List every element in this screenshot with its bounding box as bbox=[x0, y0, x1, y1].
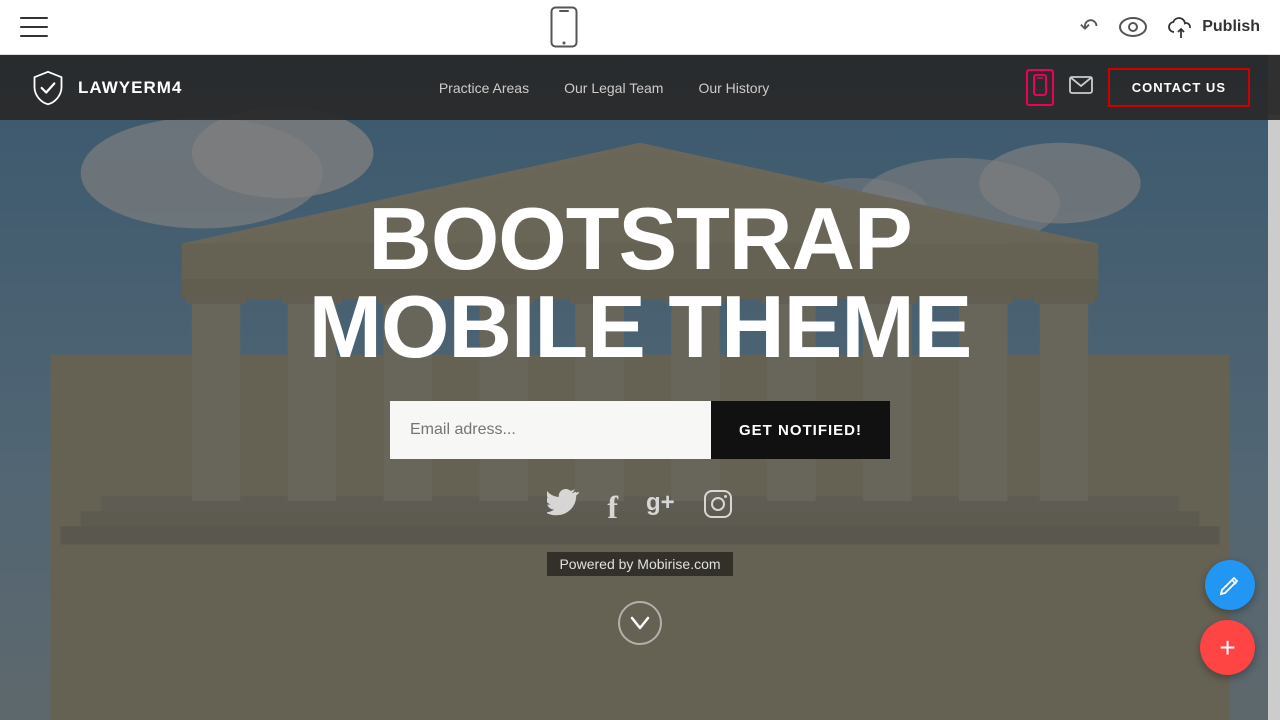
hamburger-icon[interactable] bbox=[20, 17, 48, 37]
phone-preview-icon[interactable] bbox=[550, 6, 578, 48]
scroll-down-button[interactable] bbox=[618, 601, 662, 645]
undo-icon[interactable]: ↶ bbox=[1080, 14, 1098, 40]
website-content: LAWYERM4 Practice Areas Our Legal Team O… bbox=[0, 55, 1280, 720]
plus-icon: + bbox=[1219, 632, 1235, 664]
navbar-brand: LAWYERM4 bbox=[30, 70, 182, 106]
notify-button[interactable]: GET NOTIFIED! bbox=[711, 401, 890, 459]
fab-add-button[interactable]: + bbox=[1200, 620, 1255, 675]
navbar-links: Practice Areas Our Legal Team Our Histor… bbox=[439, 80, 769, 96]
twitter-icon[interactable] bbox=[547, 489, 579, 527]
brand-name: LAWYERM4 bbox=[78, 78, 182, 98]
eye-icon[interactable] bbox=[1118, 16, 1148, 38]
nav-our-history[interactable]: Our History bbox=[698, 80, 769, 96]
hero-title-line2: MOBILE THEME bbox=[309, 283, 972, 371]
email-input[interactable] bbox=[390, 401, 711, 459]
nav-practice-areas[interactable]: Practice Areas bbox=[439, 80, 529, 96]
hero-title-line1: BOOTSTRAP bbox=[309, 195, 972, 283]
editor-bar-left bbox=[20, 17, 48, 37]
nav-mail-icon[interactable] bbox=[1069, 76, 1093, 100]
cloud-upload-icon bbox=[1168, 16, 1194, 38]
hero-content: BOOTSTRAP MOBILE THEME GET NOTIFIED! f g… bbox=[0, 55, 1280, 720]
powered-by: Powered by Mobirise.com bbox=[547, 552, 732, 576]
scrollbar[interactable] bbox=[1268, 55, 1280, 720]
social-icons: f g+ bbox=[547, 489, 732, 527]
editor-bar-center bbox=[550, 6, 578, 48]
hero-email-row: GET NOTIFIED! bbox=[390, 401, 890, 459]
editor-bar-right: ↶ Publish bbox=[1080, 14, 1260, 40]
instagram-icon[interactable] bbox=[703, 489, 733, 527]
nav-phone-icon[interactable] bbox=[1026, 69, 1054, 106]
hero-title: BOOTSTRAP MOBILE THEME bbox=[309, 195, 972, 371]
navbar-icons: CONTACT US bbox=[1026, 68, 1250, 107]
publish-button[interactable]: Publish bbox=[1168, 16, 1260, 38]
shield-icon bbox=[30, 70, 66, 106]
contact-button[interactable]: CONTACT US bbox=[1108, 68, 1250, 107]
editor-bar: ↶ Publish bbox=[0, 0, 1280, 55]
publish-label: Publish bbox=[1202, 18, 1260, 36]
fab-edit-button[interactable] bbox=[1205, 560, 1255, 610]
googleplus-icon[interactable]: g+ bbox=[646, 489, 675, 527]
navbar: LAWYERM4 Practice Areas Our Legal Team O… bbox=[0, 55, 1280, 120]
hero-section: LAWYERM4 Practice Areas Our Legal Team O… bbox=[0, 55, 1280, 720]
facebook-icon[interactable]: f bbox=[607, 489, 618, 527]
nav-legal-team[interactable]: Our Legal Team bbox=[564, 80, 663, 96]
